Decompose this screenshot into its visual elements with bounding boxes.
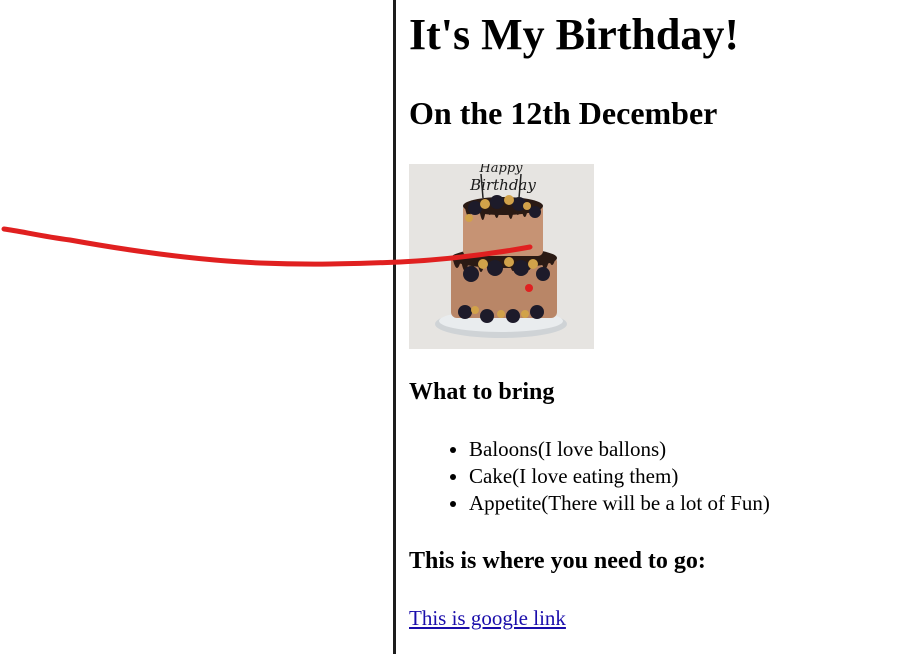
what-to-bring-heading: What to bring [409,379,555,405]
page-title: It's My Birthday! [409,10,739,59]
list-item: Baloons(I love ballons) [469,436,770,463]
birthday-cake-image: Happy Birthday [409,164,594,349]
bring-list: Baloons(I love ballons) Cake(I love eati… [409,436,770,517]
svg-text:Happy: Happy [478,164,523,176]
vertical-divider [393,0,396,654]
page-subtitle: On the 12th December [409,95,718,131]
location-heading: This is where you need to go: [409,548,706,574]
cake-illustration: Happy Birthday [409,164,594,349]
google-link[interactable]: This is google link [409,605,566,632]
list-item: Cake(I love eating them) [469,463,770,490]
svg-text:Birthday: Birthday [469,176,536,194]
list-item: Appetite(There will be a lot of Fun) [469,490,770,517]
page-canvas: It's My Birthday! On the 12th December H… [0,0,906,654]
